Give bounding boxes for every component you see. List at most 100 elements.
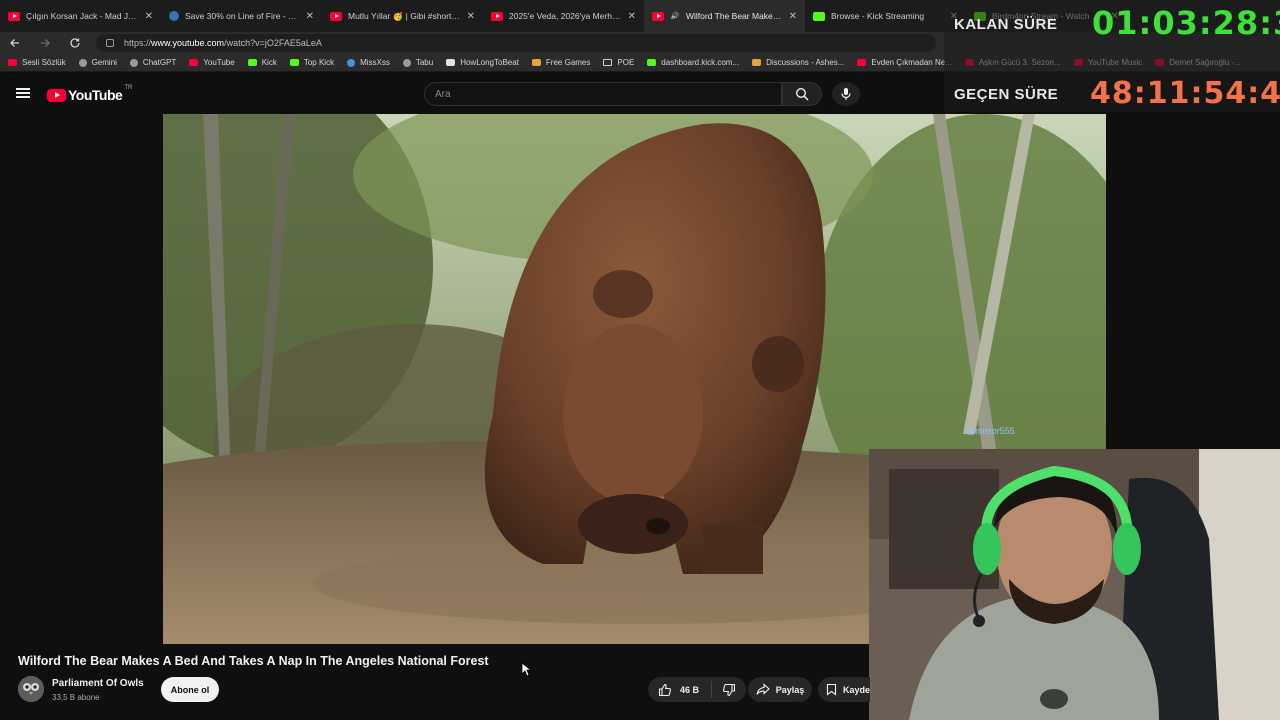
arrow-right-icon xyxy=(41,39,50,47)
bookmark-label: MissXss xyxy=(360,58,390,67)
address-bar[interactable]: https://www.youtube.com/watch?v=jO2FAE5a… xyxy=(96,34,936,52)
channel-avatar[interactable] xyxy=(18,676,44,702)
video-watermark: @mistor555 xyxy=(966,426,1015,436)
youtube-icon xyxy=(491,11,503,21)
bookmark-item[interactable]: Kick xyxy=(247,58,277,67)
thumbs-down-icon xyxy=(723,683,736,696)
remaining-time-label: KALAN SÜRE xyxy=(954,16,1058,33)
speaker-icon[interactable]: 🔊 xyxy=(670,12,680,21)
bookmark-favicon-icon xyxy=(531,59,541,66)
bookmark-label: ChatGPT xyxy=(142,58,177,67)
browser-tab-title: Save 30% on Line of Fire - Pirate xyxy=(185,11,300,21)
share-arrow-icon xyxy=(756,683,770,695)
browser-tab-title: 2025'e Veda, 2026'ya Merhaba: B xyxy=(509,11,622,21)
bookmark-label: dashboard.kick.com... xyxy=(661,58,740,67)
search-input[interactable]: Ara xyxy=(424,82,782,106)
browser-tab-title: Mutlu Yıllar 🥳 | Gibi #shorts - Yo xyxy=(348,10,461,21)
bookmark-icon xyxy=(826,683,837,696)
close-tab-icon[interactable]: ✕ xyxy=(145,11,153,22)
menu-icon[interactable] xyxy=(16,88,30,98)
bookmark-favicon-icon xyxy=(446,59,456,66)
bookmark-item[interactable]: Tabu xyxy=(402,58,434,67)
arrow-left-icon xyxy=(10,39,19,47)
url-host: www.youtube.com xyxy=(151,38,225,48)
bookmark-label: YouTube xyxy=(203,58,235,67)
bookmark-label: Kick xyxy=(261,58,277,67)
url-path: /watch?v=jO2FAE5aLeA xyxy=(224,38,322,48)
bookmark-item[interactable]: ChatGPT xyxy=(129,58,177,67)
save-label: Kayde xyxy=(842,684,870,695)
bookmark-item[interactable]: YouTube xyxy=(189,58,235,67)
browser-tab[interactable]: Browse - Kick Streaming✕ xyxy=(805,0,966,32)
close-tab-icon[interactable]: ✕ xyxy=(306,11,314,22)
bookmark-item[interactable]: dashboard.kick.com... xyxy=(647,58,739,67)
bookmark-favicon-icon xyxy=(603,59,613,66)
bookmark-favicon-icon xyxy=(347,58,356,67)
region-code: TR xyxy=(124,85,133,91)
browser-tab[interactable]: 🔊 Wilford The Bear Makes A B ✕ xyxy=(644,0,805,32)
bookmark-item[interactable]: Discussions - Ashes... xyxy=(752,58,844,67)
bookmark-item[interactable]: POE xyxy=(603,58,634,67)
bookmark-label: Gemini xyxy=(91,58,117,67)
close-tab-icon[interactable]: ✕ xyxy=(467,11,475,22)
bookmark-item[interactable]: Free Games xyxy=(531,58,591,67)
browser-tab[interactable]: Çılgın Korsan Jack - Mad Jack the ✕ xyxy=(0,0,161,32)
youtube-icon xyxy=(330,11,342,21)
channel-name[interactable]: Parliament Of Owls xyxy=(52,678,144,689)
bookmark-item[interactable]: Sesli Sözlük xyxy=(8,58,66,67)
like-count: 46 B xyxy=(680,684,700,695)
elapsed-time-label: GEÇEN SÜRE xyxy=(954,86,1059,103)
bookmark-label: Top Kick xyxy=(303,58,335,67)
bookmark-favicon-icon xyxy=(647,59,657,66)
bookmark-favicon-icon xyxy=(857,59,867,66)
close-tab-icon[interactable]: ✕ xyxy=(628,11,636,22)
voice-search-button[interactable] xyxy=(832,82,860,106)
bookmark-item[interactable]: Top Kick xyxy=(289,58,335,67)
forward-button[interactable] xyxy=(30,32,60,54)
site-info-icon[interactable] xyxy=(106,39,114,47)
stream-timer-overlay: KALAN SÜRE 01:03:28:35 GEÇEN SÜRE 48:11:… xyxy=(944,0,1280,112)
browser-tab[interactable]: Save 30% on Line of Fire - Pirate ✕ xyxy=(161,0,322,32)
bookmark-label: Evden Çıkmadan Ne... xyxy=(871,58,952,67)
channel-subscriber-count: 33,5 B abone xyxy=(52,693,100,702)
screen: { "browser": { "tabs": [ {"title": "Çılg… xyxy=(0,0,1280,720)
bookmark-label: Tabu xyxy=(415,58,434,67)
browser-tab-title: Browse - Kick Streaming xyxy=(831,11,925,21)
bookmark-label: POE xyxy=(617,58,635,67)
bookmark-favicon-icon xyxy=(129,58,138,67)
bookmark-item[interactable]: Evden Çıkmadan Ne... xyxy=(857,58,952,67)
bookmark-favicon-icon xyxy=(78,58,87,67)
bookmark-favicon-icon xyxy=(402,58,411,67)
bookmark-item[interactable]: MissXss xyxy=(347,58,390,67)
bookmark-label: Free Games xyxy=(545,58,591,67)
back-button[interactable] xyxy=(0,32,30,54)
like-button[interactable]: 46 B xyxy=(648,681,712,698)
like-dislike-group: 46 B xyxy=(648,677,746,702)
bookmark-favicon-icon xyxy=(289,59,299,66)
youtube-wordmark: YouTube xyxy=(68,87,123,103)
subscribe-button[interactable]: Abone ol xyxy=(161,677,219,702)
save-button[interactable]: Kayde xyxy=(818,677,870,702)
share-label: Paylaş xyxy=(775,684,805,695)
bookmark-item[interactable]: HowLongToBeat xyxy=(446,58,519,67)
search-button[interactable] xyxy=(782,82,822,106)
close-tab-icon[interactable]: ✕ xyxy=(789,11,797,22)
url-prefix: https:// xyxy=(124,38,152,48)
dislike-button[interactable] xyxy=(712,683,746,697)
elapsed-time-value: 48:11:54:41 xyxy=(1090,76,1280,111)
owl-avatar-icon xyxy=(18,676,44,702)
youtube-icon xyxy=(8,11,20,21)
video-title: Wilford The Bear Makes A Bed And Takes A… xyxy=(18,654,489,668)
browser-tab[interactable]: Mutlu Yıllar 🥳 | Gibi #shorts - Yo ✕ xyxy=(322,0,483,32)
browser-tab[interactable]: 2025'e Veda, 2026'ya Merhaba: B ✕ xyxy=(483,0,644,32)
youtube-icon xyxy=(652,11,664,21)
bookmark-favicon-icon xyxy=(247,59,257,66)
bookmark-item[interactable]: Gemini xyxy=(78,58,117,67)
thumbs-up-icon xyxy=(658,683,671,696)
share-button[interactable]: Paylaş xyxy=(748,677,812,702)
browser-tab-title: Çılgın Korsan Jack - Mad Jack the xyxy=(26,11,139,21)
reload-button[interactable] xyxy=(60,32,90,54)
remaining-time-value: 01:03:28:35 xyxy=(1092,4,1280,42)
streamer-webcam xyxy=(869,449,1280,720)
youtube-logo[interactable]: YouTube TR xyxy=(47,85,133,103)
